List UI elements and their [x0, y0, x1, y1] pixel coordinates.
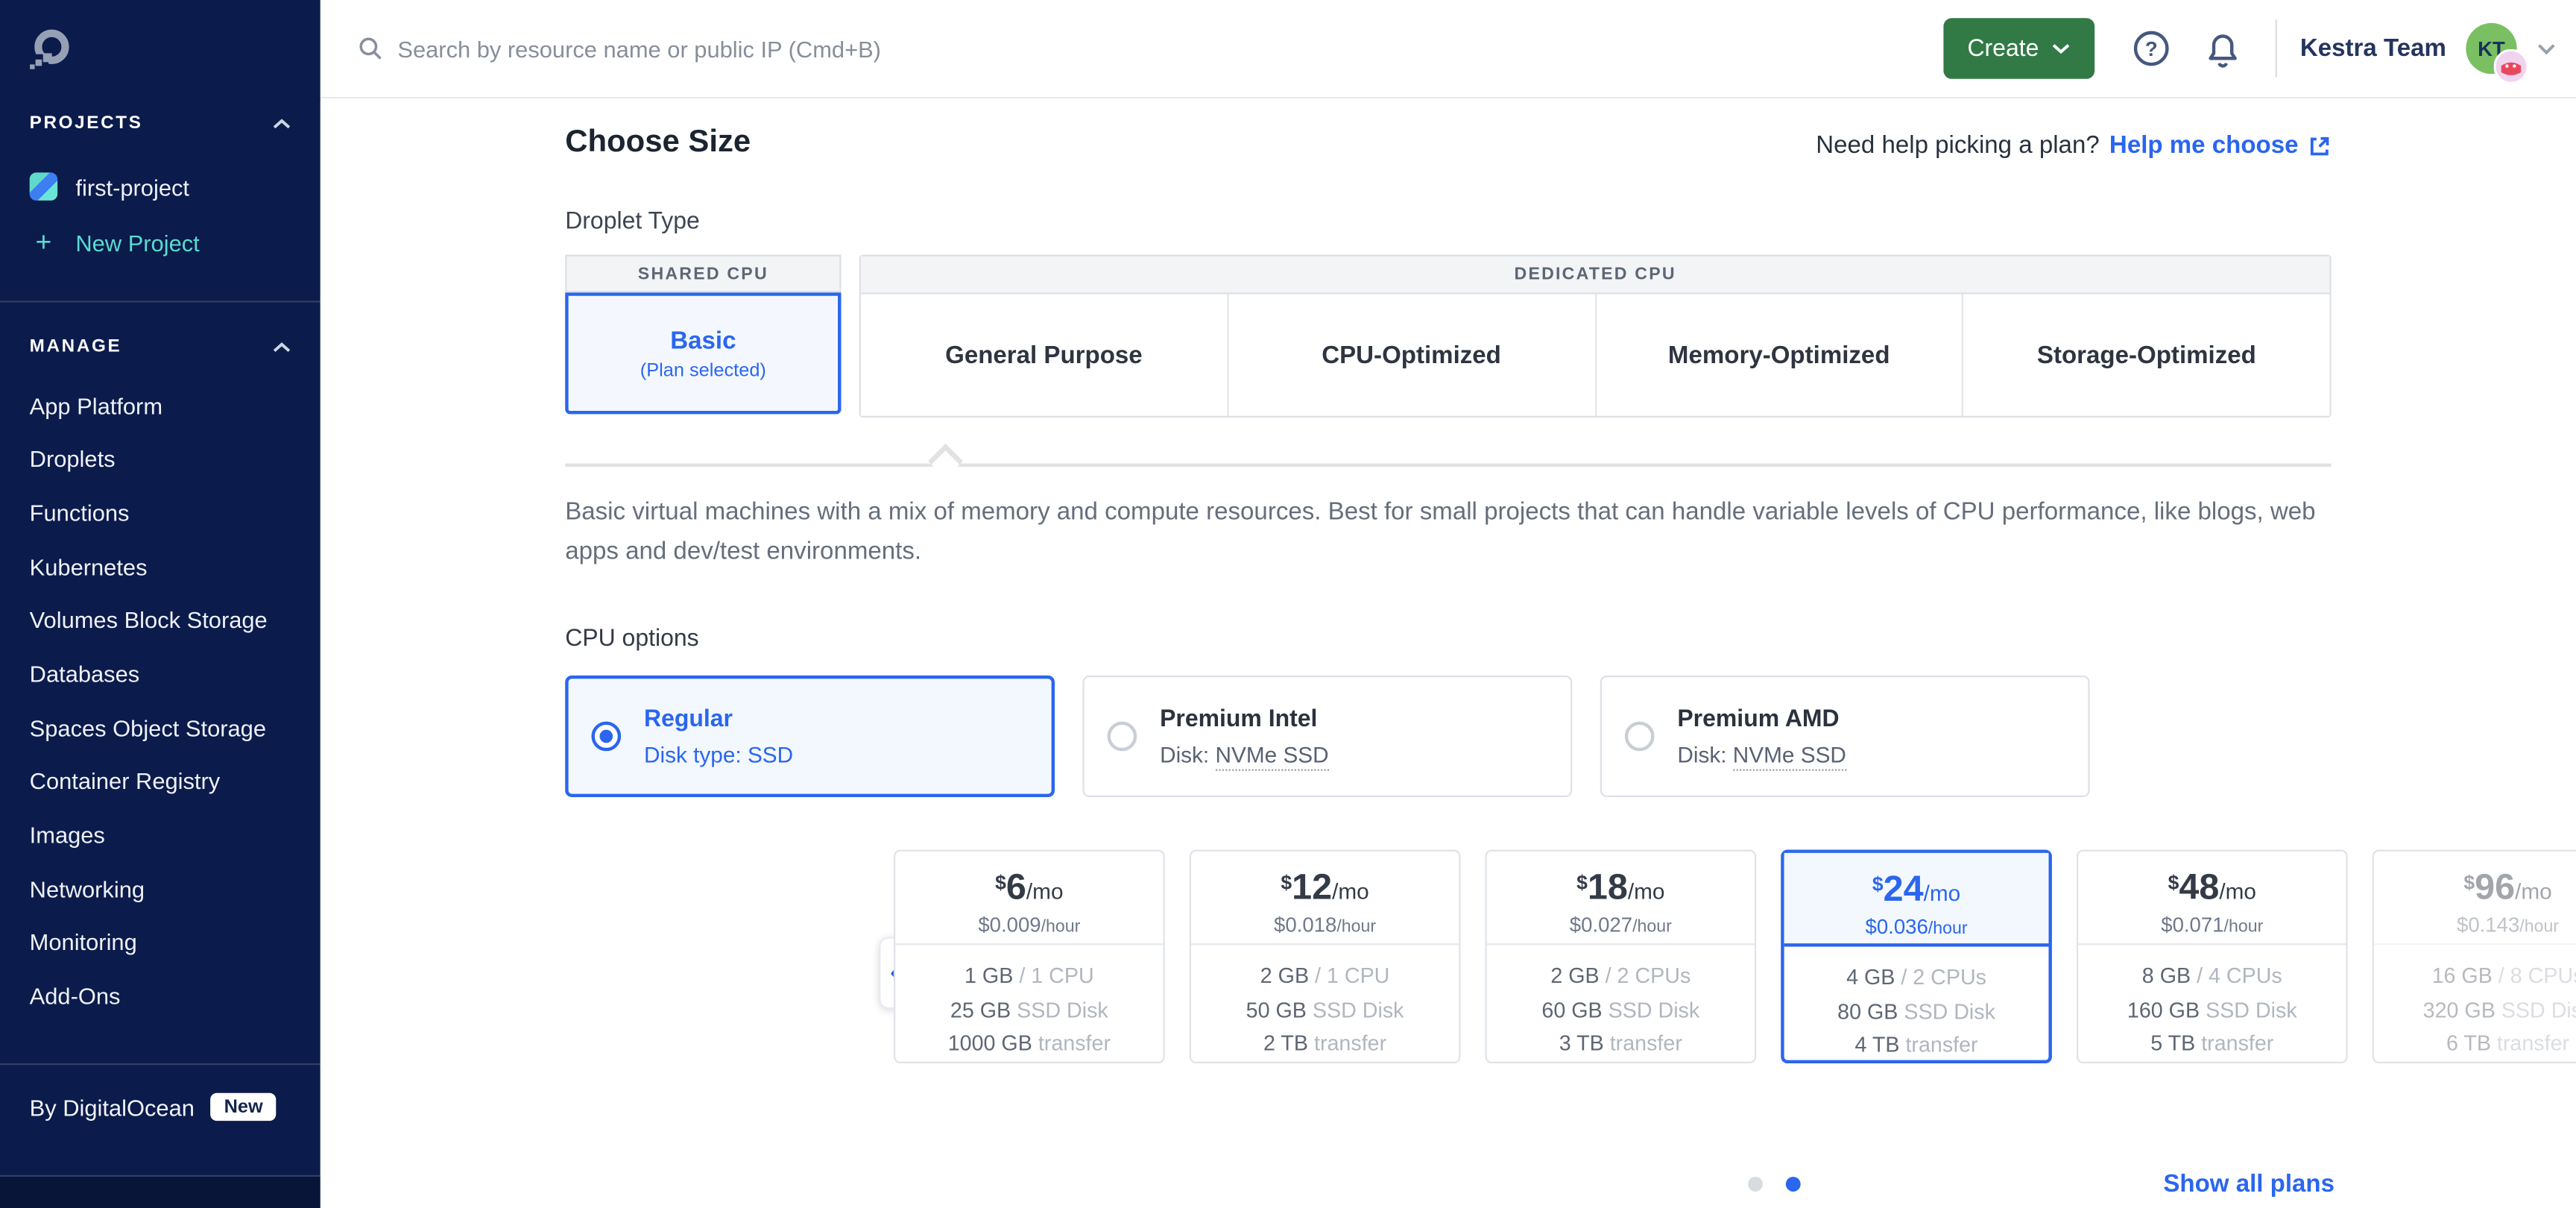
droplet-type-label: Droplet Type [565, 209, 700, 235]
sidebar-item-networking[interactable]: Networking [30, 862, 304, 916]
sidebar-divider [0, 1063, 321, 1065]
chevron-down-icon [2052, 43, 2070, 54]
tab-pointer-caret [928, 444, 963, 479]
radio-checked-icon [591, 722, 621, 752]
radio-unchecked-icon [1108, 722, 1137, 752]
help-row: Need help picking a plan? Help me choose [1816, 131, 2331, 159]
sidebar: PROJECTS first-project + New Project MAN… [0, 0, 321, 1208]
sidebar-item-first-project[interactable]: first-project [30, 172, 189, 200]
sidebar-item-droplets[interactable]: Droplets [30, 432, 304, 486]
tab-general-purpose[interactable]: General Purpose [861, 295, 1228, 416]
pagination-dot-2-active[interactable] [1786, 1177, 1801, 1192]
tab-cpu-optimized[interactable]: CPU-Optimized [1228, 295, 1596, 416]
svg-text:?: ? [2145, 37, 2158, 60]
sidebar-item-container-registry[interactable]: Container Registry [30, 755, 304, 808]
help-me-choose-link[interactable]: Help me choose [2109, 131, 2332, 159]
sidebar-item-functions[interactable]: Functions [30, 486, 304, 540]
projects-section-header[interactable]: PROJECTS [30, 113, 291, 133]
create-button[interactable]: Create [1942, 18, 2094, 79]
digitalocean-logo-icon[interactable] [28, 26, 74, 72]
plan-card-12[interactable]: $12/mo $0.018/hour 2 GB / 1 CPU 50 GB SS… [1190, 850, 1461, 1064]
topbar-divider [2276, 19, 2277, 77]
external-link-icon [2308, 134, 2332, 157]
chevron-down-icon [2536, 42, 2556, 55]
tab-basic-sublabel: (Plan selected) [640, 361, 766, 380]
create-button-label: Create [1967, 35, 2039, 61]
show-all-plans-link[interactable]: Show all plans [2163, 1170, 2334, 1198]
chevron-up-icon [273, 341, 291, 352]
sidebar-item-spaces-object-storage[interactable]: Spaces Object Storage [30, 701, 304, 755]
question-circle-icon: ? [2133, 30, 2171, 68]
dedicated-cpu-group: DEDICATED CPU General Purpose CPU-Optimi… [859, 255, 2332, 418]
search-input[interactable] [397, 35, 1317, 61]
manage-menu: App Platform Droplets Functions Kubernet… [30, 379, 304, 1023]
sidebar-bottom-strip [0, 1177, 321, 1208]
sidebar-item-volumes-block-storage[interactable]: Volumes Block Storage [30, 594, 304, 647]
plan-card-48[interactable]: $48/mo $0.071/hour 8 GB / 4 CPUs 160 GB … [2077, 850, 2348, 1064]
projects-header-label: PROJECTS [30, 113, 143, 133]
new-project-label: New Project [75, 229, 199, 255]
by-digitalocean-item[interactable]: By DigitalOcean New [30, 1093, 277, 1121]
plan-cards: $6/mo $0.009/hour 1 GB / 1 CPU 25 GB SSD… [894, 850, 2576, 1064]
search-icon [358, 36, 382, 60]
shared-cpu-group: SHARED CPU Basic (Plan selected) [565, 255, 841, 415]
sidebar-item-images[interactable]: Images [30, 808, 304, 862]
notifications-button[interactable] [2205, 29, 2241, 69]
sidebar-item-app-platform[interactable]: App Platform [30, 379, 304, 432]
manage-section-header[interactable]: MANAGE [30, 337, 291, 356]
help-prefix-text: Need help picking a plan? [1816, 131, 2099, 159]
cpu-options-group: Regular Disk type: SSD Premium Intel Dis… [565, 676, 2089, 797]
account-menu[interactable]: Kestra Team KT [2300, 23, 2557, 74]
cpu-options-label: CPU options [565, 626, 698, 652]
sidebar-item-monitoring[interactable]: Monitoring [30, 916, 304, 969]
new-project-button[interactable]: + New Project [30, 228, 200, 256]
bell-icon [2205, 29, 2241, 69]
topbar: Create ? Kestra Team KT [321, 0, 2576, 98]
cpu-option-regular[interactable]: Regular Disk type: SSD [565, 676, 1055, 797]
tab-pointer-divider [565, 464, 2331, 467]
avatar-badge-icon [2494, 49, 2528, 84]
dedicated-cpu-header: DEDICATED CPU [861, 257, 2329, 295]
cpu-option-premium-intel[interactable]: Premium Intel Disk: NVMe SSD [1082, 676, 1572, 797]
carousel-pagination [1748, 1177, 1801, 1192]
avatar: KT [2466, 23, 2516, 74]
sidebar-item-databases[interactable]: Databases [30, 647, 304, 701]
team-name: Kestra Team [2300, 34, 2446, 62]
tab-basic[interactable]: Basic (Plan selected) [565, 292, 841, 414]
main-content: Choose Size Need help picking a plan? He… [321, 100, 2576, 1208]
tab-basic-label: Basic [670, 327, 736, 354]
by-digitalocean-label: By DigitalOcean [30, 1094, 195, 1120]
search-bar [358, 35, 1942, 61]
page-title: Choose Size [565, 125, 751, 161]
plan-card-24-selected[interactable]: $24/mo $0.036/hour 4 GB / 2 CPUs 80 GB S… [1781, 850, 2052, 1064]
digitalocean-console: PROJECTS first-project + New Project MAN… [0, 0, 2576, 1208]
manage-header-label: MANAGE [30, 337, 122, 356]
radio-unchecked-icon [1625, 722, 1655, 752]
tab-storage-optimized[interactable]: Storage-Optimized [1963, 295, 2329, 416]
project-icon [30, 172, 57, 200]
chevron-up-icon [273, 118, 291, 129]
help-button[interactable]: ? [2133, 30, 2171, 68]
plan-description: Basic virtual machines with a mix of mem… [565, 493, 2339, 570]
plan-card-96[interactable]: $96/mo $0.143/hour 16 GB / 8 CPUs 320 GB… [2373, 850, 2576, 1064]
new-badge: New [211, 1093, 276, 1121]
sidebar-divider [0, 301, 321, 302]
plus-icon: + [30, 228, 57, 256]
shared-cpu-header: SHARED CPU [565, 255, 841, 293]
sidebar-item-add-ons[interactable]: Add-Ons [30, 969, 304, 1023]
plan-card-18[interactable]: $18/mo $0.027/hour 2 GB / 2 CPUs 60 GB S… [1485, 850, 1756, 1064]
cpu-option-premium-amd[interactable]: Premium AMD Disk: NVMe SSD [1600, 676, 2090, 797]
plan-card-6[interactable]: $6/mo $0.009/hour 1 GB / 1 CPU 25 GB SSD… [894, 850, 1165, 1064]
sidebar-item-kubernetes[interactable]: Kubernetes [30, 540, 304, 594]
pagination-dot-1[interactable] [1748, 1177, 1763, 1192]
project-name-label: first-project [75, 174, 189, 200]
tab-memory-optimized[interactable]: Memory-Optimized [1596, 295, 1963, 416]
